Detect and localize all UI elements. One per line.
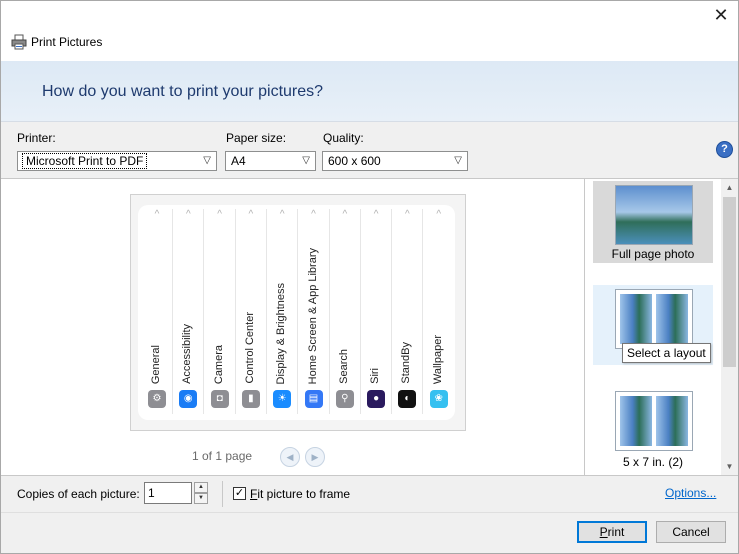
settings-app-icon: ▤ [304, 390, 323, 408]
settings-label: Accessibility [181, 324, 194, 384]
header-question: How do you want to print your pictures? [42, 83, 324, 100]
chevron-up-icon: ^ [311, 209, 316, 220]
photo-half [620, 396, 652, 446]
layout-full-page-photo[interactable]: Full page photo [593, 181, 713, 263]
fit-to-frame-label[interactable]: Fit picture to frame [250, 487, 350, 501]
photo-half [656, 294, 688, 344]
paper-size-select[interactable]: A4 ▽ [225, 151, 316, 171]
tooltip: Select a layout [622, 343, 711, 363]
settings-app-icon: ❀ [429, 390, 448, 408]
fit-to-frame-checkbox[interactable]: ✓ [233, 487, 246, 500]
title-bar: Print Pictures ✕ [1, 1, 738, 61]
chevron-up-icon: ^ [217, 209, 222, 220]
layout-list: Full page photo 5 x 7 in. (2) [585, 179, 721, 475]
settings-column: ^ Home Screen & App Library ▤ [299, 209, 330, 414]
settings-app-icon: ◘ [210, 390, 229, 408]
page-count: 1 of 1 page [192, 449, 253, 463]
paper-size-value: A4 [231, 154, 246, 168]
printer-label: Printer: [17, 131, 56, 145]
layout-thumbnail [615, 391, 693, 451]
settings-column: ^ Search ⚲ [330, 209, 361, 414]
divider [1, 475, 738, 476]
cancel-button[interactable]: Cancel [656, 521, 726, 543]
quality-label: Quality: [323, 131, 364, 145]
print-label-text: rint [607, 525, 625, 539]
settings-app-icon: ⚙ [148, 390, 166, 408]
layout-thumbnail [615, 289, 693, 349]
close-button[interactable]: ✕ [707, 3, 735, 27]
settings-app-icon: ● [367, 390, 386, 408]
divider [222, 481, 223, 507]
photo-half [656, 396, 688, 446]
print-pictures-window: Print Pictures ✕ How do you want to prin… [0, 0, 739, 554]
chevron-up-icon: ^ [436, 209, 442, 220]
copies-input[interactable]: 1 [144, 482, 192, 504]
layout-5x7[interactable]: 5 x 7 in. (2) [593, 389, 713, 471]
settings-column: ^ General ⚙ [142, 209, 173, 414]
chevron-up-icon: ^ [185, 209, 191, 220]
chevron-up-icon: ^ [279, 209, 285, 220]
settings-label: General [150, 344, 162, 384]
layout-caption: 5 x 7 in. (2) [622, 455, 684, 469]
chevron-up-icon: ^ [248, 209, 254, 220]
layout-caption: Full page photo [611, 247, 695, 261]
chevron-up-icon: ^ [342, 209, 348, 220]
preview-page: ^ General ⚙ ^ Accessibility ◉ ^ Camera ◘ ^ Control… [130, 194, 466, 431]
settings-label: Search [337, 349, 350, 384]
previous-page-button[interactable]: ◀ [280, 447, 300, 467]
chevron-up-icon: ^ [154, 209, 160, 220]
settings-column: ^ Wallpaper ❀ [424, 209, 454, 414]
settings-label: Siri [369, 368, 382, 384]
chevron-up-icon: ^ [373, 209, 379, 220]
settings-app-icon: ▮ [241, 390, 260, 408]
settings-column: ^ Siri ● [361, 209, 393, 414]
settings-label: Display & Brightness [275, 282, 288, 385]
paper-size-label: Paper size: [226, 131, 287, 145]
settings-screenshot: ^ General ⚙ ^ Accessibility ◉ ^ Camera ◘ ^ Control… [138, 205, 455, 420]
header-banner: How do you want to print your pictures? [1, 61, 738, 122]
help-icon[interactable]: ? [716, 141, 733, 158]
settings-column: ^ Camera ◘ [205, 209, 236, 414]
settings-label: Camera [212, 344, 225, 384]
quality-value: 600 x 600 [328, 154, 381, 168]
chevron-down-icon: ▽ [302, 155, 310, 166]
copies-increment-button[interactable]: ▲ [194, 482, 208, 493]
copies-label: Copies of each picture: [17, 487, 140, 501]
fit-label-text: it picture to frame [257, 487, 351, 501]
settings-column: ^ Control Center ▮ [236, 209, 267, 414]
layout-scrollbar[interactable]: ▲ ▼ [721, 179, 738, 475]
chevron-up-icon: ^ [405, 209, 410, 220]
window-title: Print Pictures [31, 35, 103, 49]
printer-value: Microsoft Print to PDF [21, 153, 148, 169]
settings-app-icon: ◉ [179, 390, 198, 408]
settings-label: Home Screen & App Library [306, 247, 319, 384]
settings-label: Wallpaper [431, 334, 444, 384]
printer-select[interactable]: Microsoft Print to PDF ▽ [17, 151, 217, 171]
scroll-up-icon[interactable]: ▲ [721, 179, 738, 196]
settings-app-icon: ⚲ [335, 390, 354, 408]
layout-thumbnail [615, 185, 693, 245]
printer-icon [11, 34, 27, 50]
footer: Print Cancel [1, 512, 738, 553]
print-button[interactable]: Print [577, 521, 647, 543]
next-page-button[interactable]: ▶ [305, 447, 325, 467]
settings-column: ^ Display & Brightness ☀ [267, 209, 299, 414]
settings-app-icon: ◐ [398, 390, 417, 408]
preview-pane: ^ General ⚙ ^ Accessibility ◉ ^ Camera ◘ ^ Control… [1, 179, 585, 475]
settings-column: ^ StandBy ◐ [392, 209, 424, 414]
copies-decrement-button[interactable]: ▼ [194, 493, 208, 504]
options-link[interactable]: Options... [665, 486, 716, 500]
settings-label: Control Center [243, 312, 256, 384]
scroll-down-icon[interactable]: ▼ [721, 458, 738, 475]
scrollbar-thumb[interactable] [723, 197, 736, 367]
chevron-down-icon: ▽ [203, 155, 211, 166]
settings-app-icon: ☀ [273, 390, 292, 408]
chevron-down-icon: ▽ [454, 155, 462, 166]
access-key: P [599, 525, 608, 539]
quality-select[interactable]: 600 x 600 ▽ [322, 151, 468, 171]
settings-column: ^ Accessibility ◉ [173, 209, 205, 414]
photo-half [620, 294, 652, 344]
settings-label: StandBy [400, 342, 413, 384]
